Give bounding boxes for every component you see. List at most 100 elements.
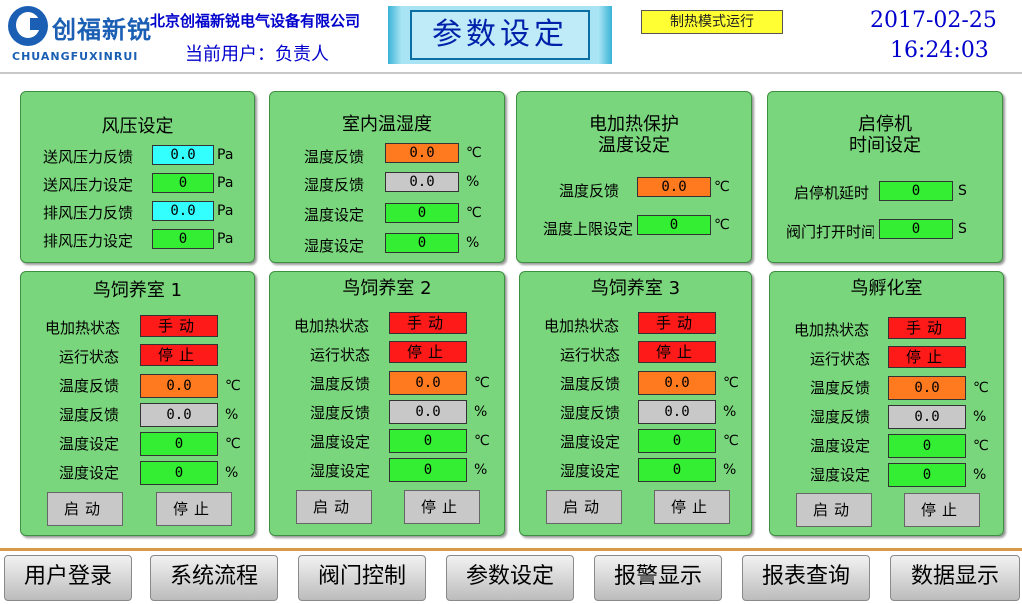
unit-label: ℃ — [714, 179, 730, 195]
field-label: 送风压力反馈 — [43, 148, 134, 166]
start-button[interactable]: 启动 — [296, 490, 372, 524]
nav-parameter-settings[interactable]: 参数设定 — [446, 555, 574, 601]
valve-open-time[interactable]: 0 — [879, 219, 953, 239]
nav-system-flow[interactable]: 系统流程 — [150, 555, 278, 601]
humidity-setpoint[interactable]: 0 — [888, 463, 966, 487]
stop-button[interactable]: 停止 — [404, 490, 480, 524]
field-label: 阀门打开时间 — [786, 223, 874, 241]
heater-protection-panel: 电加热保护 温度设定 温度反馈 0.0 ℃ 温度上限设定 0 ℃ — [516, 91, 752, 263]
header-bar: 创福新锐 CHUANGFUXINRUI 北京创福新锐电气设备有限公司 当前用户：… — [0, 0, 1022, 72]
field-label: 电加热状态 — [294, 317, 370, 335]
field-label: 运行状态 — [810, 350, 871, 368]
run-status: 停止 — [389, 341, 467, 363]
unit-label: ℃ — [973, 438, 989, 454]
start-button[interactable]: 启动 — [546, 490, 622, 524]
field-label: 湿度设定 — [810, 466, 871, 484]
exhaust-pressure-feedback: 0.0 — [152, 201, 214, 221]
field-label: 湿度设定 — [304, 237, 365, 255]
humidity-setpoint[interactable]: 0 — [638, 458, 716, 482]
panel-title: 鸟孵化室 — [850, 278, 923, 299]
unit-label: Pa — [217, 203, 234, 219]
field-label: 温度设定 — [59, 435, 120, 453]
start-stop-time-panel: 启停机 时间设定 启停机延时 0 S 阀门打开时间 0 S — [767, 91, 1003, 263]
panel-title: 风压设定 — [101, 116, 174, 137]
field-label: 湿度反馈 — [810, 408, 871, 426]
temp-feedback: 0.0 — [888, 376, 966, 400]
field-label: 电加热状态 — [544, 317, 620, 335]
heater-status[interactable]: 手动 — [389, 312, 467, 334]
field-label: 运行状态 — [560, 346, 621, 364]
nav-alarm-display[interactable]: 报警显示 — [594, 555, 722, 601]
panel-title: 电加热保护 — [589, 114, 679, 135]
field-label: 送风压力设定 — [43, 176, 134, 194]
temp-setpoint[interactable]: 0 — [888, 434, 966, 458]
panel-title: 启停机 — [858, 114, 912, 135]
temp-feedback: 0.0 — [389, 371, 467, 395]
stop-button[interactable]: 停止 — [156, 492, 232, 526]
unit-label: ℃ — [714, 217, 730, 233]
field-label: 湿度反馈 — [59, 406, 120, 424]
run-status: 停止 — [888, 346, 966, 368]
indoor-humidity-setpoint[interactable]: 0 — [385, 233, 459, 253]
panel-title: 室内温湿度 — [342, 114, 432, 135]
indoor-temp-setpoint[interactable]: 0 — [385, 203, 459, 223]
supply-pressure-setpoint[interactable]: 0 — [152, 173, 214, 193]
heater-status[interactable]: 手动 — [888, 317, 966, 339]
panel-subtitle: 时间设定 — [849, 135, 921, 156]
temp-setpoint[interactable]: 0 — [389, 429, 467, 453]
heater-temp-upper-limit[interactable]: 0 — [637, 215, 711, 235]
field-label: 电加热状态 — [45, 319, 121, 337]
humidity-setpoint[interactable]: 0 — [389, 458, 467, 482]
heater-status[interactable]: 手动 — [140, 315, 218, 337]
field-label: 温度上限设定 — [543, 220, 633, 238]
indoor-temp-feedback: 0.0 — [385, 143, 459, 163]
nav-valve-control[interactable]: 阀门控制 — [298, 555, 426, 601]
unit-label: ℃ — [466, 145, 482, 161]
start-button[interactable]: 启动 — [47, 492, 123, 526]
field-label: 排风压力设定 — [43, 232, 134, 250]
field-label: 温度反馈 — [59, 377, 120, 395]
nav-user-login[interactable]: 用户登录 — [4, 555, 132, 601]
unit-label: ℃ — [474, 375, 490, 391]
humidity-setpoint[interactable]: 0 — [140, 461, 218, 485]
run-status: 停止 — [140, 344, 218, 366]
company-name: 北京创福新锐电气设备有限公司 — [150, 12, 361, 30]
unit-label: % — [466, 235, 480, 251]
unit-label: ℃ — [225, 436, 241, 452]
room-panel-3: 鸟饲养室 3 电加热状态 手动 运行状态 停止 温度反馈 0.0 ℃ 湿度反馈 … — [519, 271, 752, 536]
field-label: 排风压力反馈 — [43, 204, 134, 222]
start-button[interactable]: 启动 — [796, 493, 872, 527]
field-label: 启停机延时 — [794, 184, 870, 202]
field-label: 温度反馈 — [810, 379, 871, 397]
temp-setpoint[interactable]: 0 — [140, 432, 218, 456]
field-label: 温度设定 — [810, 437, 871, 455]
temp-setpoint[interactable]: 0 — [638, 429, 716, 453]
stop-button[interactable]: 停止 — [654, 490, 730, 524]
field-label: 湿度反馈 — [304, 176, 365, 194]
logo-text-cn: 创福新锐 — [52, 16, 152, 44]
unit-label: % — [466, 174, 480, 190]
exhaust-pressure-setpoint[interactable]: 0 — [152, 229, 214, 249]
run-status: 停止 — [638, 341, 716, 363]
field-label: 温度反馈 — [310, 375, 371, 393]
unit-label: ℃ — [466, 205, 482, 221]
panel-title: 鸟饲养室 1 — [92, 280, 183, 301]
humidity-feedback: 0.0 — [140, 403, 218, 427]
field-label: 运行状态 — [59, 348, 120, 366]
mode-indicator: 制热模式运行 — [641, 10, 783, 34]
unit-label: % — [474, 404, 488, 420]
heater-status[interactable]: 手动 — [638, 312, 716, 334]
humidity-feedback: 0.0 — [389, 400, 467, 424]
panel-subtitle: 温度设定 — [598, 135, 670, 156]
field-label: 湿度设定 — [310, 462, 371, 480]
field-label: 温度反馈 — [559, 182, 620, 200]
unit-label: % — [225, 465, 239, 481]
unit-label: S — [958, 183, 967, 199]
humidity-feedback: 0.0 — [638, 400, 716, 424]
nav-report-query[interactable]: 报表查询 — [742, 555, 870, 601]
start-stop-delay[interactable]: 0 — [879, 181, 953, 201]
nav-data-display[interactable]: 数据显示 — [890, 555, 1020, 601]
stop-button[interactable]: 停止 — [904, 493, 980, 527]
supply-pressure-feedback: 0.0 — [152, 145, 214, 165]
unit-label: % — [225, 407, 239, 423]
